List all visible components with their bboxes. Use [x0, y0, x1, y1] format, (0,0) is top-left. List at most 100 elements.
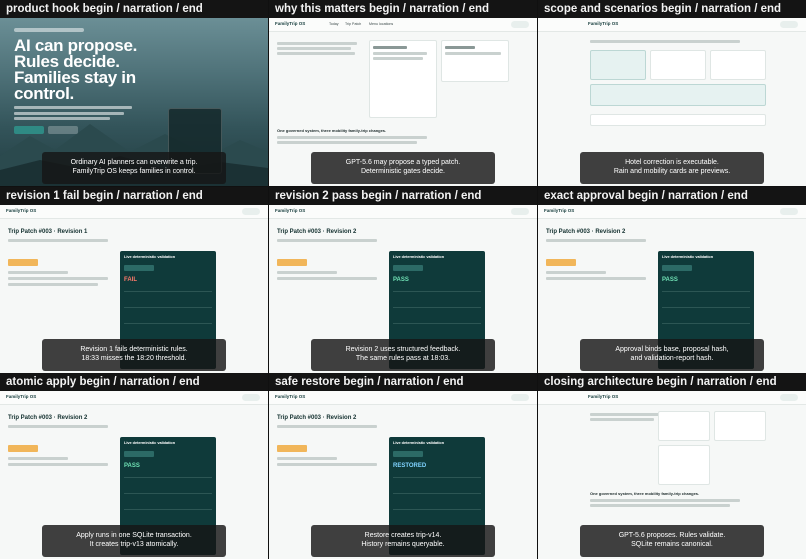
proposal-badge [8, 259, 38, 266]
scenario-card-hotel[interactable] [590, 50, 646, 80]
scene-revision-1-fail: revision 1 fail begin / narration / end … [0, 187, 268, 373]
app-topbar: FamilyTrip OS [538, 18, 806, 32]
validation-status: PASS [662, 277, 678, 283]
narration-caption: Apply runs in one SQLite transaction. It… [42, 525, 226, 557]
page-title: Trip Patch #003 · Revision 2 [546, 229, 626, 235]
app-brand[interactable]: FamilyTrip OS [544, 208, 574, 213]
language-pill[interactable] [511, 21, 529, 28]
app-brand[interactable]: FamilyTrip OS [6, 394, 36, 399]
scene-frame: FamilyTrip OS Trip Patch #003 · Revision… [269, 205, 537, 373]
scene-frame: AI can propose. Rules decide. Families s… [0, 18, 268, 186]
language-pill[interactable] [780, 394, 798, 401]
scene-exact-approval: exact approval begin / narration / end F… [538, 187, 806, 373]
app-brand[interactable]: FamilyTrip OS [275, 21, 305, 26]
app-topbar: FamilyTrip OS [538, 205, 806, 219]
page-title: Trip Patch #003 · Revision 2 [277, 415, 357, 421]
metrics-row [393, 509, 481, 521]
section-heading: One governed system, three mobility fami… [590, 491, 700, 496]
app-brand[interactable]: FamilyTrip OS [6, 208, 36, 213]
nav-today[interactable]: Today [329, 22, 339, 26]
rerun-chip[interactable] [393, 451, 423, 457]
scene-title: revision 2 pass begin / narration / end [269, 187, 537, 205]
scene-atomic-apply: atomic apply begin / narration / end Fam… [0, 373, 268, 559]
page-title: Trip Patch #003 · Revision 1 [8, 229, 88, 235]
proposal-badge [8, 445, 38, 452]
hero-headline: AI can propose. Rules decide. Families s… [14, 36, 138, 103]
narration-caption: Revision 2 uses structured feedback. The… [311, 339, 495, 371]
hero-subcopy [14, 106, 134, 123]
scene-title: closing architecture begin / narration /… [538, 373, 806, 391]
scene-frame: FamilyTrip OS Trip Patch #003 · Revision… [0, 391, 268, 559]
metrics-row [662, 323, 750, 335]
scenario-detail [590, 84, 766, 106]
scenario-card-mobility[interactable] [710, 50, 766, 80]
validation-status: RESTORED [393, 463, 427, 469]
scene-title: product hook begin / narration / end [0, 0, 268, 18]
info-card [658, 445, 710, 485]
nav-trip-patch[interactable]: Trip Patch [345, 22, 361, 26]
metrics-row [662, 291, 750, 303]
page-title: Trip Patch #003 · Revision 2 [8, 415, 88, 421]
rerun-chip[interactable] [124, 265, 154, 271]
page-title: Trip Patch #003 · Revision 2 [277, 229, 357, 235]
view-proposal-button[interactable] [48, 126, 78, 134]
validation-status: FAIL [124, 277, 137, 283]
narration-caption: GPT-5.6 proposes. Rules validate. SQLite… [580, 525, 764, 557]
narration-caption: Hotel correction is executable. Rain and… [580, 152, 764, 184]
metrics-row [124, 291, 212, 303]
scene-revision-2-pass: revision 2 pass begin / narration / end … [269, 187, 537, 373]
app-brand[interactable]: FamilyTrip OS [275, 208, 305, 213]
proposal-badge [546, 259, 576, 266]
scene-title: revision 1 fail begin / narration / end [0, 187, 268, 205]
panel-heading: Live deterministic validation [393, 255, 445, 259]
narration-caption: Ordinary AI planners can overwrite a tri… [42, 152, 226, 184]
metrics-row [124, 323, 212, 335]
narration-caption: Revision 1 fails deterministic rules. 18… [42, 339, 226, 371]
app-brand[interactable]: FamilyTrip OS [588, 394, 618, 399]
scene-why-this-matters: why this matters begin / narration / end… [269, 0, 537, 186]
language-pill[interactable] [780, 21, 798, 28]
app-topbar: FamilyTrip OS [269, 391, 537, 405]
metrics-row [124, 493, 212, 505]
rerun-chip[interactable] [124, 451, 154, 457]
language-pill[interactable] [242, 208, 260, 215]
app-brand[interactable]: FamilyTrip OS [275, 394, 305, 399]
proposal-badge [277, 445, 307, 452]
metrics-row [393, 307, 481, 319]
proposal-badge [277, 259, 307, 266]
scene-title: safe restore begin / narration / end [269, 373, 537, 391]
app-brand[interactable]: FamilyTrip OS [588, 21, 618, 26]
section-heading: One governed system, three mobility fami… [277, 128, 387, 133]
scene-scope-scenarios: scope and scenarios begin / narration / … [538, 0, 806, 186]
panel-heading: Live deterministic validation [124, 255, 176, 259]
scene-product-hook: product hook begin / narration / end AI … [0, 0, 268, 186]
metrics-row [124, 477, 212, 489]
metrics-row [393, 291, 481, 303]
scene-frame: FamilyTrip OS Trip Patch #003 · Revision… [538, 205, 806, 373]
scene-title: atomic apply begin / narration / end [0, 373, 268, 391]
rerun-chip[interactable] [662, 265, 692, 271]
validation-status: PASS [393, 277, 409, 283]
start-trip-button[interactable] [14, 126, 44, 134]
language-pill[interactable] [511, 208, 529, 215]
scene-frame: FamilyTrip OS Trip Patch #003 · Revision… [0, 205, 268, 373]
steps-row [590, 114, 766, 126]
scene-closing-architecture: closing architecture begin / narration /… [538, 373, 806, 559]
scene-title: why this matters begin / narration / end [269, 0, 537, 18]
narration-caption: Approval binds base, proposal hash, and … [580, 339, 764, 371]
rerun-chip[interactable] [393, 265, 423, 271]
language-pill[interactable] [242, 394, 260, 401]
language-pill[interactable] [780, 208, 798, 215]
app-topbar: FamilyTrip OS [0, 391, 268, 405]
scene-frame: FamilyTrip OS Trip Patch #003 · Revision… [269, 391, 537, 559]
hero-tag [14, 28, 84, 32]
metrics-row [393, 493, 481, 505]
scene-frame: FamilyTrip OS One governed system, three… [538, 391, 806, 559]
language-pill[interactable] [511, 394, 529, 401]
scenario-card-rain[interactable] [650, 50, 706, 80]
panel-heading: Live deterministic validation [393, 441, 445, 445]
nav-menu-locations[interactable]: Menu locations [369, 22, 393, 26]
scene-title: scope and scenarios begin / narration / … [538, 0, 806, 18]
metrics-row [124, 307, 212, 319]
metrics-row [124, 509, 212, 521]
